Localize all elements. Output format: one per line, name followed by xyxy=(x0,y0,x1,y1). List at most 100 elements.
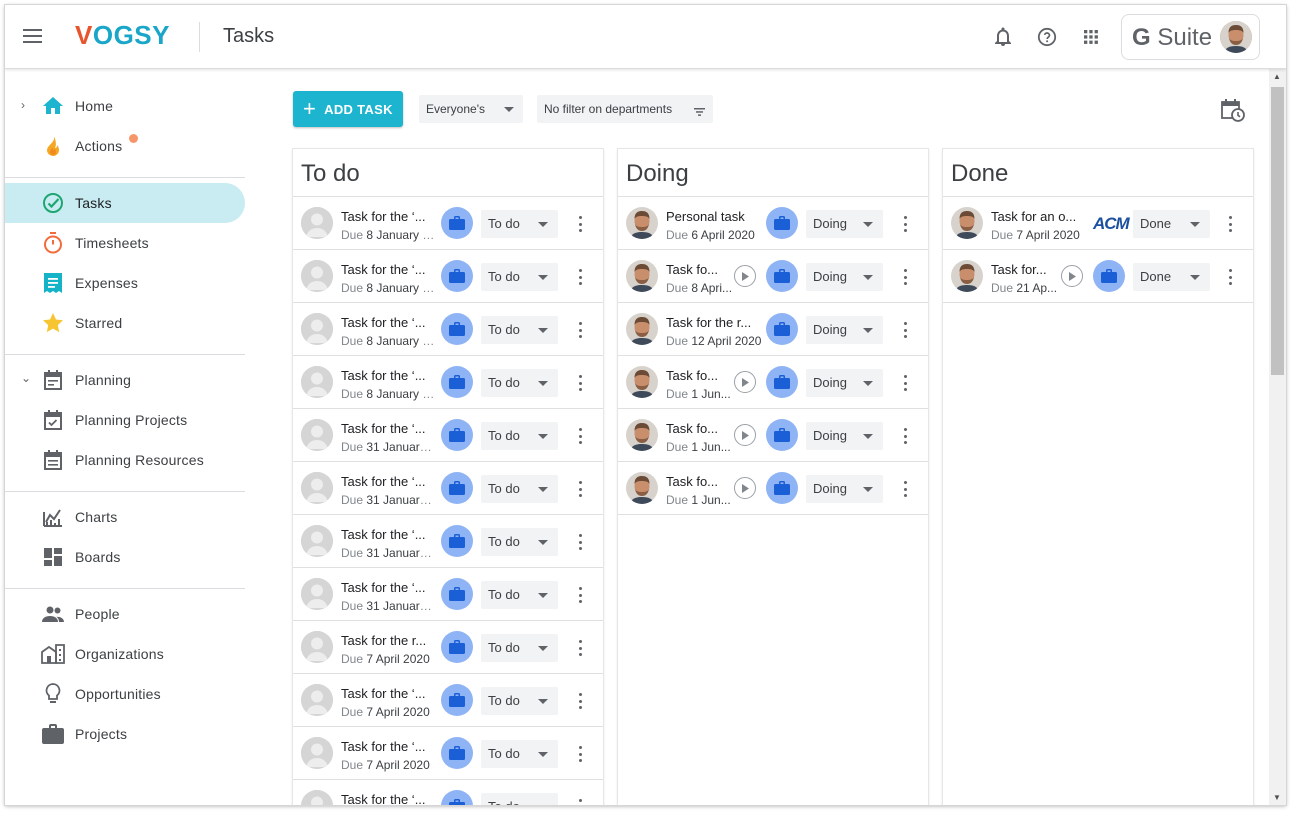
more-vert-icon[interactable] xyxy=(572,586,588,604)
play-icon[interactable] xyxy=(734,477,756,499)
sidebar-item-organizations[interactable]: Organizations xyxy=(5,634,245,674)
task-card[interactable]: Task for the ‘... Due 8 January 2... To do xyxy=(293,356,603,409)
sidebar-item-planning-projects[interactable]: Planning Projects xyxy=(5,400,245,440)
task-name[interactable]: Task for the r... xyxy=(341,633,433,648)
status-select[interactable]: To do xyxy=(481,316,558,344)
task-card[interactable]: Personal task Due 6 April 2020 Doing xyxy=(618,197,928,250)
task-name[interactable]: Task for the ‘... xyxy=(341,686,433,701)
status-select[interactable]: To do xyxy=(481,369,558,397)
task-card[interactable]: Task fo... Due 1 Jun... Doing xyxy=(618,462,928,515)
assignee-avatar[interactable] xyxy=(626,313,658,345)
task-name[interactable]: Task for... xyxy=(991,262,1057,277)
project-briefcase-icon[interactable] xyxy=(441,790,473,805)
assignee-avatar[interactable] xyxy=(301,737,333,769)
task-name[interactable]: Task fo... xyxy=(666,421,732,436)
project-briefcase-icon[interactable] xyxy=(441,260,473,292)
project-briefcase-icon[interactable] xyxy=(441,313,473,345)
assignee-avatar[interactable] xyxy=(626,419,658,451)
assignee-avatar[interactable] xyxy=(301,366,333,398)
play-icon[interactable] xyxy=(1061,265,1083,287)
sidebar-item-timesheets[interactable]: Timesheets xyxy=(5,223,245,263)
assignee-avatar[interactable] xyxy=(301,207,333,239)
project-briefcase-icon[interactable] xyxy=(441,737,473,769)
sidebar-item-tasks[interactable]: Tasks xyxy=(5,183,245,223)
more-vert-icon[interactable] xyxy=(897,321,913,339)
status-select[interactable]: To do xyxy=(481,581,558,609)
assignee-avatar[interactable] xyxy=(301,472,333,504)
sidebar-item-actions[interactable]: Actions xyxy=(5,126,245,166)
project-briefcase-icon[interactable] xyxy=(441,525,473,557)
project-briefcase-icon[interactable] xyxy=(441,472,473,504)
play-icon[interactable] xyxy=(734,265,756,287)
task-card[interactable]: Task for the ‘... Due 7 April 2020 To do xyxy=(293,674,603,727)
task-name[interactable]: Task for the ‘... xyxy=(341,792,433,805)
scroll-up-arrow-icon[interactable]: ▲ xyxy=(1273,72,1281,81)
menu-icon[interactable] xyxy=(23,29,42,44)
project-briefcase-icon[interactable] xyxy=(441,207,473,239)
assignee-avatar[interactable] xyxy=(301,313,333,345)
status-select[interactable]: To do xyxy=(481,634,558,662)
more-vert-icon[interactable] xyxy=(897,374,913,392)
task-card[interactable]: Task for the ‘... Due 7 April 2020 To do xyxy=(293,727,603,780)
status-select[interactable]: Doing xyxy=(806,475,883,503)
status-select[interactable]: To do xyxy=(481,475,558,503)
project-briefcase-icon[interactable] xyxy=(441,366,473,398)
project-briefcase-icon[interactable] xyxy=(441,578,473,610)
chevron-down-icon[interactable]: ⌄ xyxy=(21,371,31,385)
status-select[interactable]: To do xyxy=(481,687,558,715)
project-briefcase-icon[interactable] xyxy=(441,419,473,451)
more-vert-icon[interactable] xyxy=(572,692,588,710)
status-select[interactable]: Done xyxy=(1133,210,1210,238)
status-select[interactable]: To do xyxy=(481,263,558,291)
more-vert-icon[interactable] xyxy=(897,215,913,233)
project-briefcase-icon[interactable] xyxy=(1093,260,1125,292)
task-card[interactable]: Task for the r... Due 7 April 2020 To do xyxy=(293,621,603,674)
assignee-avatar[interactable] xyxy=(301,684,333,716)
assignee-avatar[interactable] xyxy=(626,207,658,239)
task-name[interactable]: Task fo... xyxy=(666,262,732,277)
assignee-avatar[interactable] xyxy=(301,578,333,610)
status-select[interactable]: Doing xyxy=(806,263,883,291)
task-name[interactable]: Task for an o... xyxy=(991,209,1083,224)
project-briefcase-icon[interactable] xyxy=(766,472,798,504)
more-vert-icon[interactable] xyxy=(572,745,588,763)
more-vert-icon[interactable] xyxy=(1222,215,1238,233)
status-select[interactable]: Doing xyxy=(806,210,883,238)
task-name[interactable]: Task fo... xyxy=(666,368,732,383)
owner-filter-select[interactable]: Everyone's xyxy=(419,95,523,123)
gsuite-account-button[interactable]: G Suite xyxy=(1121,14,1260,60)
more-vert-icon[interactable] xyxy=(897,268,913,286)
sidebar-item-planning-resources[interactable]: Planning Resources xyxy=(5,440,245,480)
department-filter-select[interactable]: No filter on departments xyxy=(537,95,713,123)
task-name[interactable]: Task for the ‘... xyxy=(341,262,433,277)
task-name[interactable]: Task for the ‘... xyxy=(341,421,433,436)
task-card[interactable]: Task for the ‘... Due 31 January ... To do xyxy=(293,462,603,515)
vogsy-logo[interactable]: VOGSY xyxy=(75,20,170,51)
more-vert-icon[interactable] xyxy=(1222,268,1238,286)
assignee-avatar[interactable] xyxy=(951,207,983,239)
assignee-avatar[interactable] xyxy=(301,260,333,292)
project-briefcase-icon[interactable] xyxy=(766,366,798,398)
status-select[interactable]: To do xyxy=(481,210,558,238)
status-select[interactable]: To do xyxy=(481,793,558,805)
task-name[interactable]: Task for the ‘... xyxy=(341,368,433,383)
more-vert-icon[interactable] xyxy=(572,321,588,339)
task-name[interactable]: Task for the ‘... xyxy=(341,474,433,489)
task-card[interactable]: Task for the ‘... Due 8 January 2... To do xyxy=(293,197,603,250)
help-icon[interactable] xyxy=(1035,25,1059,49)
scroll-down-arrow-icon[interactable]: ▼ xyxy=(1273,793,1281,802)
task-name[interactable]: Task for the r... xyxy=(666,315,760,330)
sidebar-item-charts[interactable]: Charts xyxy=(5,497,245,537)
status-select[interactable]: Doing xyxy=(806,369,883,397)
more-vert-icon[interactable] xyxy=(572,798,588,805)
task-card[interactable]: Task for the ‘... Due 8 January 2... To do xyxy=(293,250,603,303)
more-vert-icon[interactable] xyxy=(572,374,588,392)
assignee-avatar[interactable] xyxy=(626,472,658,504)
chevron-right-icon[interactable]: › xyxy=(21,98,31,112)
status-select[interactable]: To do xyxy=(481,740,558,768)
project-briefcase-icon[interactable] xyxy=(766,419,798,451)
task-card[interactable]: Task fo... Due 8 Apri... Doing xyxy=(618,250,928,303)
project-briefcase-icon[interactable] xyxy=(766,313,798,345)
assignee-avatar[interactable] xyxy=(626,366,658,398)
more-vert-icon[interactable] xyxy=(572,480,588,498)
